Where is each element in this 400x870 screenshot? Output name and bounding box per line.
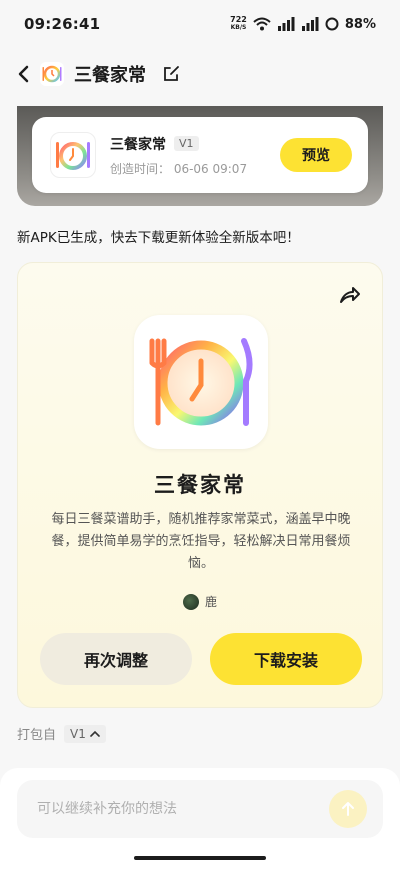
app-bar: 三餐家常 [0,54,400,94]
app-icon [50,132,96,178]
app-description: 每日三餐菜谱助手，随机推荐家常菜式，涵盖早中晚餐，提供简单易学的烹饪指导，轻松解… [51,512,351,571]
home-indicator[interactable] [134,856,266,860]
idea-input[interactable] [37,801,329,817]
app-logo-icon [40,62,64,86]
net-speed: 722 KB/S [230,16,247,32]
author-avatar [182,593,199,610]
app-large-icon [134,315,268,449]
action-buttons: 再次调整 下载安装 [40,633,362,685]
signal-icon [277,17,295,31]
packed-from-row: 打包自 V1 [17,724,106,743]
arrow-up-icon [342,802,354,816]
edit-icon[interactable] [162,65,180,83]
wifi-icon [253,17,271,31]
created-time: 创造时间： 06-06 09:07 [110,161,248,176]
share-icon[interactable] [338,283,362,307]
send-button[interactable] [329,790,367,828]
download-install-button[interactable]: 下载安装 [210,633,362,685]
chevron-up-icon [90,730,100,737]
adjust-again-button[interactable]: 再次调整 [40,633,192,685]
app-name: 三餐家常 [154,473,246,497]
battery-ring-icon [325,17,339,31]
net-speed-unit: KB/S [230,24,247,31]
packed-version: V1 [70,726,86,741]
app-card: 三餐家常 每日三餐菜谱助手，随机推荐家常菜式，涵盖早中晚餐，提供简单易学的烹饪指… [17,262,383,708]
status-bar: 09:26:41 722 KB/S 88% [0,0,400,48]
packed-version-dropdown[interactable]: V1 [64,724,106,743]
preview-button[interactable]: 预览 [280,138,352,172]
version-info: 三餐家常 V1 创造时间： 06-06 09:07 [110,134,280,177]
battery-level: 88% [344,16,376,32]
version-app-name: 三餐家常 [110,136,166,153]
author-row: 鹿 [18,593,382,610]
apk-ready-message: 新APK已生成，快去下载更新体验全新版本吧！ [17,230,300,246]
packed-from-label: 打包自 [17,728,57,743]
net-speed-value: 722 [230,15,247,24]
back-icon[interactable] [16,65,30,83]
version-name-row: 三餐家常 V1 [110,134,280,154]
author-name: 鹿 [204,595,217,609]
input-box [17,780,383,838]
version-badge: V1 [174,136,199,151]
status-icons: 722 KB/S 88% [230,16,376,32]
bottom-input-area [0,768,400,870]
signal-icon-2 [301,17,319,31]
status-time: 09:26:41 [24,15,101,33]
page-title: 三餐家常 [74,65,146,86]
version-card[interactable]: 三餐家常 V1 创造时间： 06-06 09:07 预览 [32,117,368,193]
